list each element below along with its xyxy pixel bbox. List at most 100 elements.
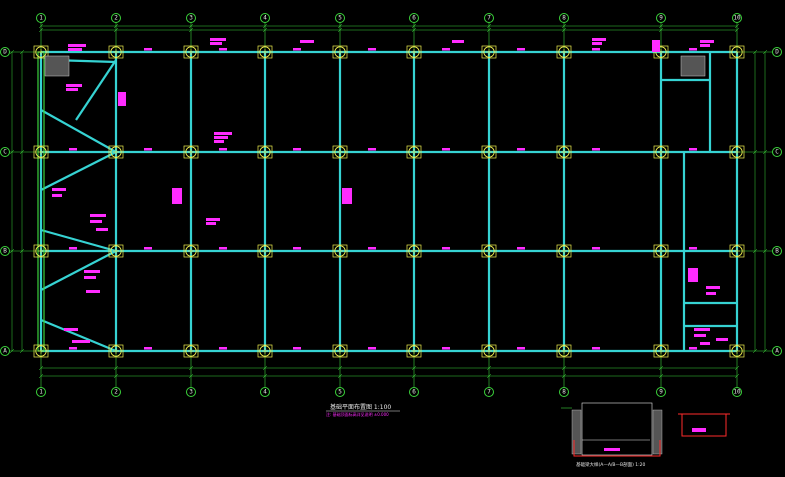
axis-bubble-left-D-label: D: [3, 49, 7, 56]
beam-tag-27: [84, 276, 96, 279]
beam-mark: [144, 247, 152, 250]
stair-beam-2: [40, 228, 117, 253]
beam-tag-21: [90, 214, 106, 217]
beam-tag-12: [66, 88, 78, 91]
beam-mark: [442, 347, 450, 350]
axis-bubble-right-C-label: C: [775, 149, 779, 156]
beam-mark: [517, 148, 525, 151]
beam-tag-7: [592, 42, 602, 45]
beam-mark: [219, 48, 227, 51]
foundation-plan-drawing: 1 1 2 2 3 3 4 4 5 5 6 6 7 7 8 8 9 9 10 10 A A B B C C D D 基础平面布置图 1…: [0, 13, 782, 468]
beam-mark: [689, 148, 697, 151]
beam-tag-26: [84, 270, 100, 273]
beam-tag-20: [52, 194, 62, 197]
axis-bubble-bottom-10-label: 10: [733, 389, 741, 396]
foundation-beams: [37, 50, 739, 353]
beam-mark: [219, 148, 227, 151]
beam-tag-34: [694, 328, 710, 331]
beam-mark: [144, 148, 152, 151]
beam-mark: [219, 347, 227, 350]
beam-tag-2: [210, 38, 226, 41]
beam-tag-11: [66, 84, 82, 87]
beam-tag-15: [214, 136, 228, 139]
drawing-subtitle: 注: 基础顶面标高详见说明 ±0.000: [326, 411, 389, 417]
axis-bubble-top-8-label: 8: [562, 15, 566, 22]
beam-tag-23: [96, 228, 108, 231]
axis-bubble-bottom-6-label: 6: [412, 389, 416, 396]
beam-mark: [368, 48, 376, 51]
beam-mark: [517, 347, 525, 350]
beam-tag-17: [172, 188, 182, 204]
beam-tag-37: [700, 342, 710, 345]
beam-mark: [368, 347, 376, 350]
beam-tag-25: [206, 222, 216, 225]
axis-bubble-bottom-2-label: 2: [114, 389, 118, 396]
axis-bubble-bottom-1-label: 1: [39, 389, 43, 396]
beam-tag-3: [210, 42, 222, 45]
axis-bubble-top-10-label: 10: [733, 15, 741, 22]
beam-mark: [144, 48, 152, 51]
axis-bubble-right-B-label: B: [775, 248, 779, 255]
axis-bubble-top-5-label: 5: [338, 15, 342, 22]
beam-mark: [689, 247, 697, 250]
axis-bubble-top-6-label: 6: [412, 15, 416, 22]
detail-hatch-right: [652, 409, 663, 455]
beam-tag-28: [86, 290, 100, 293]
axis-bubble-left-C-label: C: [3, 149, 7, 156]
beam-tag-18: [342, 188, 352, 204]
beam-tag-22: [90, 220, 102, 223]
axis-bubbles: 1 1 2 2 3 3 4 4 5 5 6 6 7 7 8 8 9 9 10 10 A A B B C C D D: [0, 13, 782, 397]
beam-tag-32: [64, 328, 78, 331]
beam-tag-33: [72, 340, 90, 343]
axis-bubble-top-7-label: 7: [487, 15, 491, 22]
beam-mark: [689, 347, 697, 350]
beam-mark: [69, 148, 77, 151]
beam-mark: [592, 247, 600, 250]
axis-bubble-right-D-label: D: [775, 49, 779, 56]
beam-tag-24: [206, 218, 220, 221]
beam-tag-8: [652, 40, 660, 52]
axis-bubble-top-2-label: 2: [114, 15, 118, 22]
beam-mark: [442, 148, 450, 151]
beam-mark: [69, 247, 77, 250]
dimension-lines: [9, 23, 768, 379]
beam-mark: [368, 148, 376, 151]
beam-mark: [69, 347, 77, 350]
stair-beam-6: [75, 59, 117, 121]
small-section-rebar: [681, 414, 727, 437]
beam-mark: [293, 347, 301, 350]
beam-mark: [293, 148, 301, 151]
beam-mark: [689, 48, 697, 51]
axis-grid-lines: [4, 18, 781, 392]
beam-mark: [293, 247, 301, 250]
detail-frame: [581, 402, 653, 456]
beam-mark: [592, 347, 600, 350]
stair-beam-1: [40, 151, 117, 191]
beam-tag-31: [706, 292, 716, 295]
beam-mark: [592, 48, 600, 51]
detail-hatch-left: [571, 409, 582, 455]
beam-mark: [442, 48, 450, 51]
beam-tag-14: [214, 132, 232, 135]
beam-tag-6: [592, 38, 606, 41]
beam-tag-0: [68, 44, 86, 47]
pit-box-0: [44, 55, 70, 77]
beam-tag-5: [452, 40, 464, 43]
axis-bubble-bottom-8-label: 8: [562, 389, 566, 396]
axis-bubble-top-9-label: 9: [659, 15, 663, 22]
axis-bubble-left-B-label: B: [3, 248, 7, 255]
pit-box-1: [680, 55, 706, 77]
beam-tag-30: [706, 286, 720, 289]
beam-tag-16: [214, 140, 224, 143]
beam-tag-36: [716, 338, 728, 341]
axis-bubble-top-1-label: 1: [39, 15, 43, 22]
annotation-marks: [44, 38, 728, 412]
small-section-tag: [692, 428, 706, 432]
beam-mark: [69, 48, 77, 51]
beam-mark: [368, 247, 376, 250]
axis-bubble-top-3-label: 3: [189, 15, 193, 22]
axis-bubble-bottom-5-label: 5: [338, 389, 342, 396]
beam-mark: [442, 247, 450, 250]
detail-title: 基础梁大样(A—A/B—B剖面) 1:20: [576, 461, 646, 468]
beam-mark: [517, 247, 525, 250]
